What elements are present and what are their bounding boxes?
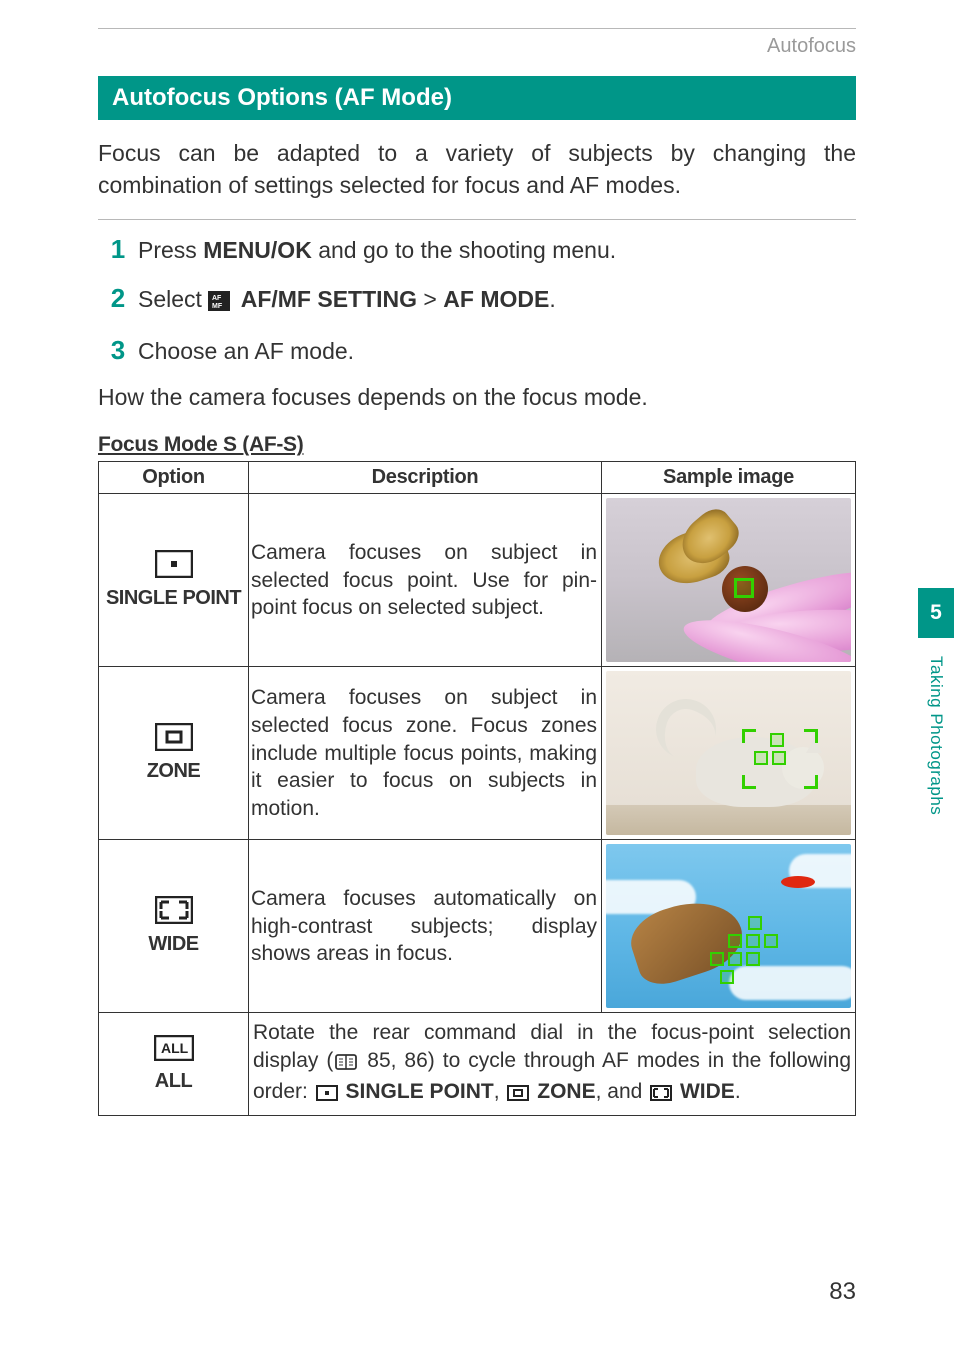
table-header-row: Option Description Sample image bbox=[99, 462, 856, 494]
option-description: Camera focuses automatically on high-con… bbox=[249, 840, 602, 1013]
table-row: ALL ALL Rotate the rear command dial in … bbox=[99, 1013, 856, 1115]
section-heading: Autofocus Options (AF Mode) bbox=[98, 76, 856, 120]
col-description: Description bbox=[249, 462, 602, 494]
svg-text:AF: AF bbox=[212, 295, 222, 302]
step-3: 3 Choose an AF mode. bbox=[98, 335, 856, 366]
col-sample: Sample image bbox=[602, 462, 856, 494]
single-point-icon bbox=[316, 1081, 338, 1109]
option-label: ALL bbox=[105, 1070, 242, 1093]
single-point-icon bbox=[105, 550, 242, 583]
steps-divider bbox=[98, 219, 856, 220]
text: and go to the shooting menu. bbox=[312, 237, 616, 263]
top-rule bbox=[98, 28, 856, 29]
option-description: Camera focuses on subject in selected fo… bbox=[249, 667, 602, 840]
table-row: ZONE Camera focuses on subject in select… bbox=[99, 667, 856, 840]
option-description: Camera focuses on subject in selected fo… bbox=[249, 494, 602, 667]
col-option: Option bbox=[99, 462, 249, 494]
text: Select bbox=[138, 286, 208, 312]
step-2: 2 Select AFMF AF/MF SETTING > AF MODE. bbox=[98, 283, 856, 317]
step-number: 2 bbox=[98, 283, 138, 314]
body-paragraph: How the camera focuses depends on the fo… bbox=[98, 384, 856, 411]
wide-icon bbox=[650, 1081, 672, 1109]
sample-image-cat bbox=[606, 671, 851, 835]
option-label: WIDE bbox=[105, 933, 242, 956]
svg-text:MF: MF bbox=[212, 303, 223, 310]
text: . bbox=[735, 1080, 741, 1103]
text: > bbox=[417, 286, 443, 312]
zone-icon bbox=[105, 723, 242, 756]
focus-mode-subheading: Focus Mode S (AF-S) bbox=[98, 433, 856, 457]
af-mode-table: Option Description Sample image SINGLE P… bbox=[98, 461, 856, 1115]
option-label: SINGLE POINT bbox=[105, 587, 242, 610]
text: Press bbox=[138, 237, 203, 263]
step-text: Choose an AF mode. bbox=[138, 338, 354, 365]
chapter-number: 5 bbox=[918, 588, 954, 638]
intro-paragraph: Focus can be adapted to a variety of sub… bbox=[98, 138, 856, 201]
step-number: 3 bbox=[98, 335, 138, 366]
step-number: 1 bbox=[98, 234, 138, 265]
option-label: ZONE bbox=[105, 760, 242, 783]
wide-icon bbox=[105, 896, 242, 929]
chapter-label: Taking Photographs bbox=[926, 656, 946, 815]
sample-image-dog bbox=[606, 844, 851, 1008]
zone-icon bbox=[507, 1081, 529, 1109]
text: . bbox=[549, 286, 555, 312]
breadcrumb: Autofocus bbox=[98, 35, 856, 58]
step-1: 1 Press MENU/OK and go to the shooting m… bbox=[98, 234, 856, 265]
text: , bbox=[494, 1080, 506, 1103]
afmf-setting-label: AF/MF SETTING bbox=[241, 286, 417, 312]
step-text: Press MENU/OK and go to the shooting men… bbox=[138, 237, 616, 264]
text: SINGLE POINT bbox=[346, 1080, 494, 1103]
text: WIDE bbox=[680, 1080, 735, 1103]
page-number: 83 bbox=[829, 1278, 856, 1306]
table-row: SINGLE POINT Camera focuses on subject i… bbox=[99, 494, 856, 667]
step-text: Select AFMF AF/MF SETTING > AF MODE. bbox=[138, 286, 556, 317]
option-description: Rotate the rear command dial in the focu… bbox=[249, 1013, 856, 1115]
table-row: WIDE Camera focuses automatically on hig… bbox=[99, 840, 856, 1013]
all-icon: ALL bbox=[105, 1035, 242, 1066]
focus-point-icon bbox=[734, 578, 754, 598]
text: , and bbox=[596, 1080, 649, 1103]
af-mf-setting-icon: AFMF bbox=[208, 290, 230, 317]
af-mode-label: AF MODE bbox=[443, 286, 549, 312]
page-ref-icon bbox=[335, 1050, 357, 1078]
menu-ok-label: MENU/OK bbox=[203, 237, 312, 263]
text: ZONE bbox=[537, 1080, 595, 1103]
chapter-tab: 5 Taking Photographs bbox=[918, 588, 954, 815]
svg-text:ALL: ALL bbox=[161, 1040, 189, 1056]
sample-image-butterfly bbox=[606, 498, 851, 662]
